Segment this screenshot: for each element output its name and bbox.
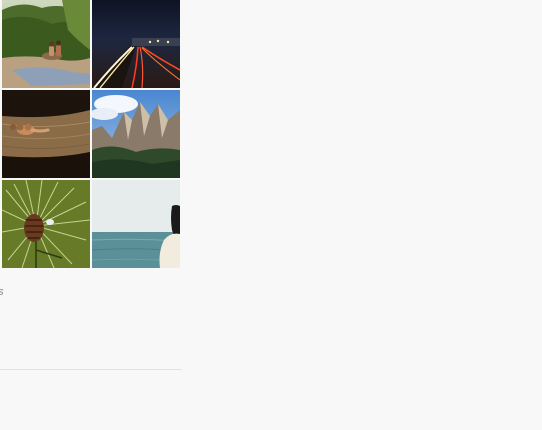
photo-gallery [0, 0, 182, 270]
pine-cone-image [2, 180, 90, 268]
gallery-photo-highway-night[interactable] [92, 0, 180, 88]
snail-wood-image [2, 90, 90, 178]
gallery-photo-snail-wood[interactable] [2, 90, 90, 178]
woman-sea-image [92, 180, 180, 268]
gallery-photo-pine-cone[interactable] [2, 180, 90, 268]
gallery-photo-couple-river[interactable] [2, 0, 90, 88]
couple-river-image [2, 0, 90, 88]
mountain-peaks-image [92, 90, 180, 178]
section-divider [0, 369, 182, 370]
highway-night-image [92, 0, 180, 88]
gallery-photo-mountain-peaks[interactable] [92, 90, 180, 178]
gallery-caption: es [0, 286, 4, 298]
gallery-photo-woman-sea[interactable] [92, 180, 180, 268]
